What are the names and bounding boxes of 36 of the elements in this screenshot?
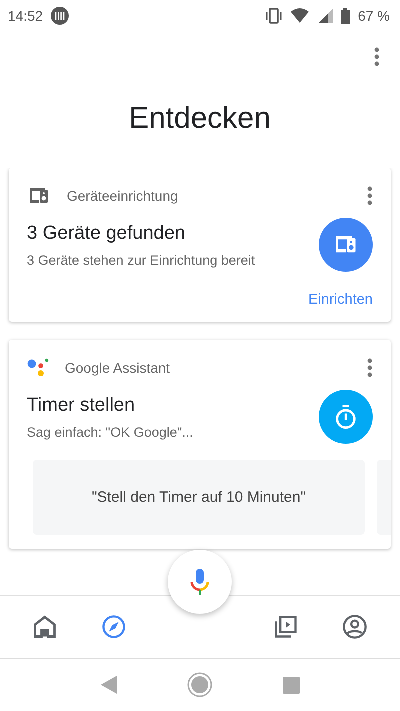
house-icon (32, 614, 58, 640)
page-title: Entdecken (129, 102, 271, 136)
setup-button[interactable] (319, 218, 373, 272)
card-subtitle: Sag einfach: "OK Google"... (27, 424, 194, 440)
explore-tab[interactable] (100, 614, 127, 640)
battery-icon (341, 8, 350, 24)
card-category: Geräteeinrichtung (67, 188, 180, 204)
wifi-icon (291, 8, 312, 24)
person-circle-icon (342, 614, 368, 640)
stopwatch-icon (333, 404, 359, 430)
microphone-button[interactable] (168, 550, 232, 614)
more-icon[interactable] (367, 186, 373, 206)
battery-level: 67 % (358, 8, 390, 24)
notification-icon (51, 7, 70, 25)
card-category: Google Assistant (65, 360, 172, 376)
more-icon[interactable] (374, 47, 380, 67)
home-tab[interactable] (32, 614, 58, 640)
signal-icon (319, 9, 334, 23)
suggestion-chip[interactable]: "Stell den Timer auf 10 Minuten" (33, 460, 365, 535)
clock: 14:52 (8, 8, 44, 24)
account-tab[interactable] (342, 614, 368, 640)
more-icon[interactable] (367, 358, 373, 378)
microphone-icon (190, 568, 210, 596)
vibrate-icon (265, 8, 284, 24)
assistant-logo-icon (27, 358, 49, 378)
home-button-icon[interactable] (186, 672, 212, 698)
compass-icon (100, 614, 127, 640)
card-subtitle: 3 Geräte stehen zur Einrichtung bereit (27, 252, 256, 268)
timer-button[interactable] (319, 390, 373, 444)
recents-icon[interactable] (282, 676, 300, 694)
back-icon[interactable] (100, 676, 116, 694)
media-tab[interactable] (273, 614, 300, 640)
card-heading: Timer stellen (27, 394, 136, 416)
card-heading: 3 Geräte gefunden (27, 222, 186, 244)
setup-link[interactable]: Einrichten (308, 292, 373, 308)
play-stack-icon (273, 614, 300, 640)
